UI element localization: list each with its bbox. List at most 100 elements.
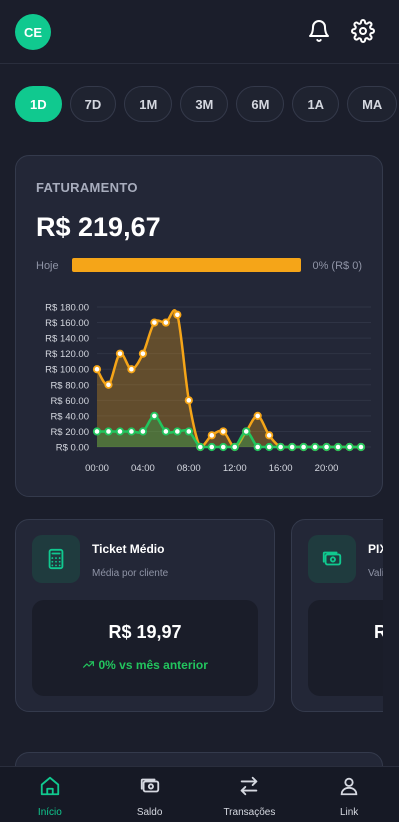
bottom-navigation: Início Saldo Transações Link	[0, 766, 399, 822]
card-value: R$ 19,97	[108, 622, 182, 642]
data-point	[161, 318, 170, 327]
data-point	[345, 442, 354, 452]
data-point	[138, 427, 148, 436]
nav-label: Início	[37, 807, 62, 818]
x-tick-label: 20:00	[315, 463, 339, 474]
nav-link[interactable]: Link	[299, 767, 399, 822]
data-point	[150, 318, 159, 327]
nav-label: Transações	[223, 807, 276, 818]
y-tick-label: R$ 20.00	[50, 427, 89, 438]
x-tick-label: 08:00	[177, 463, 201, 474]
data-point	[173, 310, 182, 319]
data-point	[219, 442, 228, 452]
progress-bar	[72, 258, 301, 272]
card-value: R	[374, 622, 383, 642]
series-area	[97, 310, 361, 447]
pix-card-viewport: PIX Vali R	[291, 519, 383, 712]
card-subtitle: Vali	[368, 568, 383, 579]
home-icon	[39, 775, 61, 802]
data-point	[104, 380, 113, 389]
x-tick-label: 16:00	[269, 463, 293, 474]
data-point	[265, 431, 274, 440]
data-point	[230, 442, 239, 452]
y-tick-label: R$ 180.00	[45, 303, 89, 314]
y-tick-label: R$ 140.00	[45, 334, 89, 345]
data-point	[207, 431, 216, 440]
card-value-panel: R$ 19,97 0% vs mês anterior	[32, 600, 258, 696]
x-tick-label: 12:00	[223, 463, 247, 474]
y-tick-label: R$ 60.00	[50, 396, 89, 407]
data-point	[196, 442, 205, 452]
period-selector: 1D 7D 1M 3M 6M 1A MA	[15, 86, 398, 122]
data-point	[299, 442, 308, 452]
progress-fill	[72, 258, 301, 272]
period-6m[interactable]: 6M	[236, 86, 285, 122]
progress-label: Hoje	[36, 260, 59, 272]
data-point	[242, 427, 251, 436]
cash-icon	[308, 535, 356, 583]
data-point	[333, 442, 343, 452]
trend-up-icon	[82, 658, 98, 672]
period-1a[interactable]: 1A	[292, 86, 340, 122]
y-tick-label: R$ 0.00	[56, 443, 89, 454]
card-trend: 0% vs mês anterior	[32, 658, 258, 672]
period-ma[interactable]: MA	[347, 86, 398, 122]
period-1m[interactable]: 1M	[124, 86, 173, 122]
y-tick-label: R$ 40.00	[50, 411, 89, 422]
data-point	[127, 427, 136, 436]
data-point	[184, 396, 193, 405]
data-point	[173, 427, 182, 436]
card-title: Ticket Médio	[92, 542, 165, 556]
avatar[interactable]: CE	[15, 14, 51, 50]
pix-card[interactable]: PIX Vali R	[291, 519, 383, 712]
progress-text: 0% (R$ 0)	[312, 260, 362, 272]
data-point	[265, 442, 274, 452]
data-point	[92, 365, 102, 374]
top-header: CE	[0, 0, 399, 64]
data-point	[288, 442, 297, 452]
x-tick-label: 04:00	[131, 463, 155, 474]
y-tick-label: R$ 80.00	[50, 380, 89, 391]
period-1d[interactable]: 1D	[15, 86, 62, 122]
data-point	[253, 442, 262, 452]
data-point	[207, 442, 216, 452]
data-point	[150, 411, 159, 420]
data-point	[104, 427, 113, 436]
trend-text: 0% vs mês anterior	[98, 658, 208, 672]
bell-icon[interactable]	[307, 19, 331, 43]
data-point	[310, 442, 320, 452]
ticket-medio-card[interactable]: Ticket Médio Média por cliente R$ 19,97 …	[15, 519, 275, 712]
transfer-icon	[238, 775, 260, 802]
nav-label: Saldo	[136, 807, 163, 818]
data-point	[276, 442, 285, 452]
data-point	[322, 442, 331, 452]
data-point	[115, 349, 125, 358]
data-point	[184, 427, 193, 436]
data-point	[219, 427, 228, 436]
data-point	[92, 427, 102, 436]
calculator-icon	[32, 535, 80, 583]
gear-icon[interactable]	[351, 19, 375, 43]
y-tick-label: R$ 160.00	[45, 318, 89, 329]
card-subtitle: Média por cliente	[92, 568, 169, 579]
revenue-line-chart: R$ 180.00 R$ 160.00 R$ 140.00 R$ 120.00 R$ 1…	[45, 303, 371, 474]
faturamento-card: FATURAMENTO R$ 219,67 Hoje 0% (R$ 0) R$ …	[15, 155, 383, 497]
nav-transacoes[interactable]: Transações	[200, 767, 300, 822]
nav-inicio[interactable]: Início	[0, 767, 100, 822]
data-point	[138, 349, 148, 358]
y-tick-label: R$ 120.00	[45, 349, 89, 360]
data-point	[356, 442, 366, 452]
faturamento-title: FATURAMENTO	[36, 180, 138, 195]
faturamento-value: R$ 219,67	[36, 212, 161, 242]
data-point	[161, 427, 170, 436]
x-tick-label: 00:00	[85, 463, 109, 474]
nav-label: Link	[339, 807, 359, 818]
y-tick-label: R$ 100.00	[45, 365, 89, 376]
data-point	[253, 411, 262, 420]
card-value-panel: R	[308, 600, 383, 696]
data-point	[127, 365, 136, 374]
nav-saldo[interactable]: Saldo	[100, 767, 200, 822]
period-7d[interactable]: 7D	[69, 86, 117, 122]
card-title: PIX	[368, 542, 383, 556]
period-3m[interactable]: 3M	[180, 86, 229, 122]
